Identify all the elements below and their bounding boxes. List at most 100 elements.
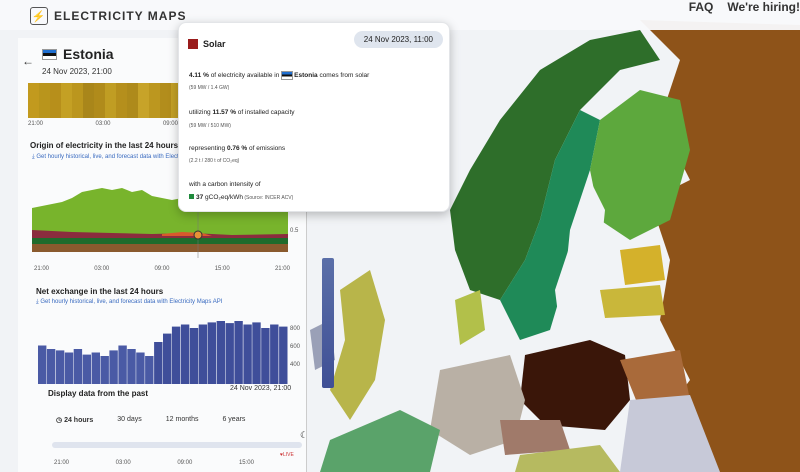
exchange-bar[interactable] — [270, 324, 279, 385]
live-label: LIVE — [282, 452, 294, 458]
strip-cell — [39, 83, 50, 118]
exchange-bar[interactable] — [73, 349, 83, 384]
exchange-bar[interactable] — [252, 322, 261, 384]
capacity-end: of installed capacity — [235, 109, 295, 116]
app-logo[interactable]: ⚡ ELECTRICITY MAPS — [30, 7, 186, 25]
strip-cell — [72, 83, 83, 118]
exchange-api-link[interactable]: ⤓ Get hourly historical, live, and forec… — [36, 299, 222, 306]
strip-tick: 09:00 — [162, 121, 178, 127]
exchange-bar[interactable] — [55, 350, 65, 384]
zone-header: Estonia — [42, 46, 114, 62]
emissions-percent: 0.76 % — [226, 145, 248, 152]
exchange-bar[interactable] — [109, 350, 118, 384]
share-mid: of electricity available in — [208, 72, 282, 80]
exchange-bar[interactable] — [198, 324, 208, 385]
time-slider[interactable] — [52, 442, 302, 448]
intensity-source: (Source: INCER ACV) — [242, 195, 294, 201]
faq-link[interactable]: FAQ — [689, 0, 714, 14]
live-indicator[interactable]: ♥LIVE — [280, 452, 294, 458]
strip-cell — [160, 83, 171, 118]
exchange-right-tick: 600 — [290, 344, 301, 350]
exchange-bar[interactable] — [261, 328, 270, 384]
exchange-chart[interactable] — [38, 314, 288, 384]
exchange-bar[interactable] — [91, 352, 100, 385]
tab-24-hours[interactable]: ◷ 24 hours — [56, 416, 93, 424]
zone-date: 24 Nov 2023, 21:00 — [42, 67, 112, 76]
tooltip-line-share: 4.11 % of electricity available in Eston… — [189, 71, 369, 80]
exchange-title: Net exchange in the last 24 hours — [36, 287, 164, 296]
exchange-bar[interactable] — [180, 324, 190, 385]
strip-cell — [127, 83, 138, 118]
exchange-bar[interactable] — [136, 352, 145, 385]
moon-icon: ☾ — [300, 430, 309, 440]
origin-tick: 21:00 — [274, 266, 290, 272]
origin-tick: 21:00 — [34, 266, 50, 272]
map-region-estonia — [620, 245, 665, 285]
exchange-right-tick: 800 — [290, 326, 301, 332]
tooltip-line-intensity: with a carbon intensity of — [189, 181, 261, 188]
exchange-bar[interactable] — [207, 322, 216, 384]
exchange-bar[interactable] — [225, 323, 234, 384]
capacity-pre: utilizing — [189, 109, 213, 116]
tooltip-share-sub: (59 MW / 1.4 GW) — [189, 85, 230, 91]
tab-12-months[interactable]: 12 months — [166, 416, 199, 424]
exchange-bar[interactable] — [171, 326, 181, 384]
share-percent: 4.11 % — [189, 72, 209, 80]
tooltip-line-capacity: utilizing 11.57 % of installed capacity — [189, 109, 295, 116]
past-date: 24 Nov 2023, 21:00 — [230, 385, 292, 392]
carbon-legend-bar — [322, 258, 334, 388]
slider-tick: 21:00 — [54, 460, 70, 466]
strip-tick: 21:00 — [28, 121, 44, 127]
strip-cell — [105, 83, 116, 118]
share-end: comes from solar — [317, 72, 370, 80]
exchange-bar[interactable] — [163, 333, 172, 384]
app-title: ELECTRICITY MAPS — [54, 9, 187, 23]
exchange-bar[interactable] — [46, 349, 56, 384]
origin-tick: 03:00 — [94, 266, 110, 272]
origin-tick: 09:00 — [154, 266, 170, 272]
exchange-api-link-text: Get hourly historical, live, and forecas… — [40, 299, 223, 305]
zone-name: Estonia — [63, 46, 114, 62]
origin-ticks: 21:00 03:00 09:00 15:00 21:00 — [34, 266, 290, 272]
exchange-bar[interactable] — [145, 356, 154, 384]
exchange-bar[interactable] — [64, 352, 74, 385]
slider-tick: 09:00 — [177, 460, 193, 466]
hiring-link[interactable]: We're hiring! — [727, 0, 800, 14]
tab-6-years[interactable]: 6 years — [222, 416, 245, 424]
time-range-tabs: ◷ 24 hours 30 days 12 months 6 years — [56, 416, 245, 424]
origin-area-biomass — [32, 238, 288, 244]
strip-cell — [83, 83, 94, 118]
estonia-flag-icon — [281, 71, 294, 80]
tooltip-title: Solar — [203, 39, 226, 49]
map-region-latvia — [600, 285, 665, 318]
back-arrow-icon[interactable]: ← — [22, 54, 34, 68]
exchange-bar[interactable] — [38, 345, 47, 385]
origin-right-tick: 0.5 — [290, 228, 298, 234]
exchange-bar[interactable] — [154, 342, 163, 384]
exchange-bar[interactable] — [234, 321, 243, 384]
hover-point — [193, 230, 203, 240]
lightning-icon: ⚡ — [30, 7, 48, 25]
tab-24-hours-label: 24 hours — [64, 417, 94, 424]
origin-tick: 15:00 — [214, 266, 230, 272]
map-region-czech — [500, 420, 570, 455]
exchange-bar[interactable] — [127, 349, 136, 384]
exchange-bar[interactable] — [118, 345, 127, 385]
past-title: Display data from the past — [48, 389, 149, 398]
slider-tick: 15:00 — [238, 460, 254, 466]
solar-color-swatch — [188, 39, 198, 49]
exchange-bar[interactable] — [82, 354, 91, 384]
origin-right-tick-label: 0.5 — [290, 228, 299, 234]
origin-title: Origin of electricity in the last 24 hou… — [30, 141, 179, 150]
exchange-bar[interactable] — [189, 328, 199, 384]
tooltip-capacity-sub: (59 MW / 510 MW) — [189, 123, 231, 129]
share-zone: Estonia — [294, 72, 318, 80]
map-region-poland — [520, 340, 630, 430]
strip-ticks: 21:00 03:00 09:00 — [28, 121, 178, 127]
exchange-bar[interactable] — [279, 326, 288, 384]
tooltip-intensity-value: 37 gCO₂eq/kWh (Source: INCER ACV) — [189, 194, 293, 201]
exchange-bar[interactable] — [100, 356, 109, 384]
exchange-bar[interactable] — [216, 321, 225, 384]
exchange-bar[interactable] — [243, 324, 252, 385]
tab-30-days[interactable]: 30 days — [117, 416, 142, 424]
